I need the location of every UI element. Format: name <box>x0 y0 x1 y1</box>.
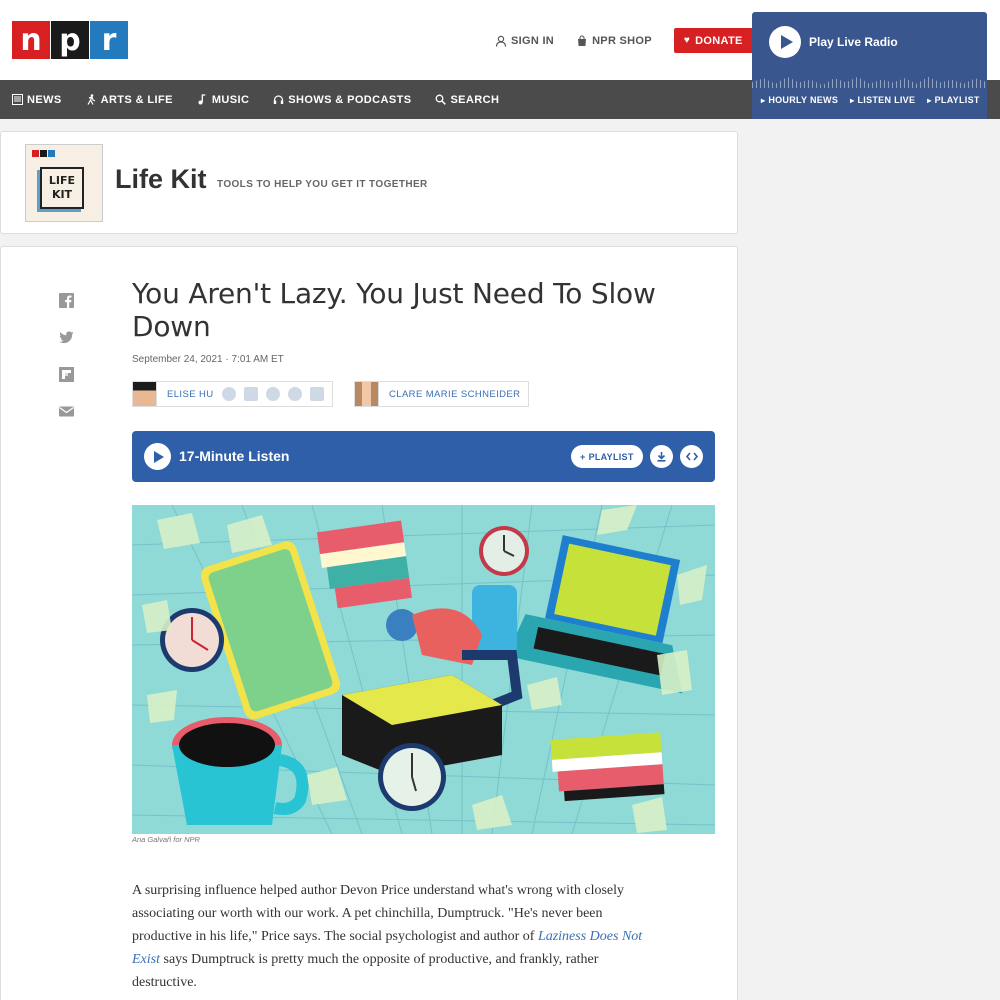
byline-elise-hu: ELISE HU <box>132 381 333 407</box>
listen-duration-label: 17-Minute Listen <box>179 448 290 464</box>
top-links: SIGN IN NPR SHOP ♥ DONATE <box>495 28 753 53</box>
share-tools <box>59 293 74 419</box>
author-avatar <box>355 382 379 406</box>
dancer-icon <box>87 94 95 105</box>
download-button[interactable] <box>650 445 673 468</box>
pinterest-icon[interactable] <box>287 387 302 401</box>
add-to-playlist-button[interactable]: + PLAYLIST <box>571 445 643 468</box>
hourly-news-link[interactable]: HOURLY NEWS <box>761 95 838 105</box>
flipboard-icon[interactable] <box>59 367 74 382</box>
nav-item-shows-podcasts[interactable]: SHOWS & PODCASTS <box>273 94 411 106</box>
nav-item-news[interactable]: NEWS <box>12 94 62 106</box>
npr-shop-label: NPR SHOP <box>592 34 652 47</box>
instagram-icon[interactable] <box>309 387 324 401</box>
play-live-radio-button[interactable] <box>769 26 801 58</box>
live-radio-player: Play Live Radio HOURLY NEWS LISTEN LIVE … <box>752 12 987 119</box>
twitter-icon[interactable] <box>59 330 74 345</box>
show-name[interactable]: Life Kit <box>115 164 207 195</box>
donate-label: DONATE <box>695 34 743 47</box>
donate-button[interactable]: ♥ DONATE <box>673 28 753 53</box>
audio-listen-bar: 17-Minute Listen + PLAYLIST <box>132 431 715 482</box>
nav-music-label: MUSIC <box>211 93 250 106</box>
play-audio-button[interactable] <box>144 443 171 470</box>
image-credit: Ana Galvañ for NPR <box>132 835 200 844</box>
article-headline: You Aren't Lazy. You Just Need To Slow D… <box>132 277 656 343</box>
nav-item-music[interactable]: MUSIC <box>197 94 249 106</box>
facebook-icon[interactable] <box>243 387 258 401</box>
search-icon <box>435 94 447 105</box>
author-name-elise-hu[interactable]: ELISE HU <box>167 389 214 400</box>
author-name-clare-marie-schneider[interactable]: CLARE MARIE SCHNEIDER <box>389 389 520 400</box>
email-icon[interactable] <box>59 404 74 419</box>
nav-item-arts-life[interactable]: ARTS & LIFE <box>86 94 173 106</box>
mini-npr-logo <box>32 150 56 157</box>
audio-waveform <box>752 76 987 88</box>
article-illustration <box>132 505 715 834</box>
show-header: LIFE KIT Life Kit TOOLS TO HELP YOU GET … <box>0 131 738 234</box>
paragraph-text-end: says Dumptruck is pretty much the opposi… <box>132 952 599 990</box>
logo-letter-p: p <box>51 21 89 59</box>
tumblr-icon[interactable] <box>221 387 236 401</box>
heart-icon: ♥ <box>683 35 691 46</box>
npr-logo[interactable]: n p r <box>12 21 129 59</box>
facebook-icon[interactable] <box>59 293 74 308</box>
nav-arts-life-label: ARTS & LIFE <box>100 93 173 106</box>
download-icon <box>657 452 666 462</box>
nav-news-label: NEWS <box>27 93 62 106</box>
npr-shop-link[interactable]: NPR SHOP <box>576 35 652 47</box>
playlist-button-label: PLAYLIST <box>588 451 634 462</box>
user-icon <box>495 35 507 47</box>
music-note-icon <box>198 94 206 105</box>
logo-letter-n: n <box>12 21 50 59</box>
twitter-icon[interactable] <box>265 387 280 401</box>
article-paragraph: A surprising influence helped author Dev… <box>132 879 652 994</box>
embed-code-icon <box>685 452 698 461</box>
player-links: HOURLY NEWS LISTEN LIVE PLAYLIST <box>761 95 980 105</box>
plus-icon: + <box>580 451 586 462</box>
shopping-bag-icon <box>578 34 587 46</box>
headphones-icon <box>274 95 284 104</box>
sign-in-label: SIGN IN <box>511 34 555 47</box>
listen-live-link[interactable]: LISTEN LIVE <box>850 95 915 105</box>
author-avatar <box>133 382 157 406</box>
nav-shows-podcasts-label: SHOWS & PODCASTS <box>288 93 412 106</box>
logo-letter-r: r <box>90 21 128 59</box>
show-tagline: TOOLS TO HELP YOU GET IT TOGETHER <box>217 179 428 190</box>
article-card: You Aren't Lazy. You Just Need To Slow D… <box>0 246 738 1000</box>
article-dateline: September 24, 2021 · 7:01 AM ET <box>132 354 284 365</box>
life-kit-logo[interactable]: LIFE KIT <box>25 144 103 222</box>
nav-search-label: SEARCH <box>450 93 500 106</box>
play-live-radio-label[interactable]: Play Live Radio <box>809 35 898 49</box>
logo-line-kit: KIT <box>51 188 73 201</box>
logo-line-life: LIFE <box>48 174 76 187</box>
nav-item-search[interactable]: SEARCH <box>435 94 499 106</box>
sign-in-link[interactable]: SIGN IN <box>495 35 554 47</box>
newspaper-icon <box>12 94 23 105</box>
life-kit-logo-box: LIFE KIT <box>40 167 84 209</box>
embed-button[interactable] <box>680 445 703 468</box>
playlist-link[interactable]: PLAYLIST <box>927 95 980 105</box>
byline-clare-marie-schneider: CLARE MARIE SCHNEIDER <box>354 381 530 407</box>
